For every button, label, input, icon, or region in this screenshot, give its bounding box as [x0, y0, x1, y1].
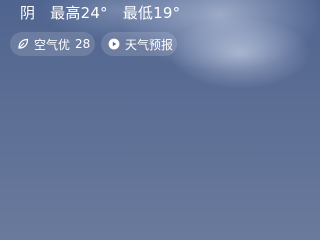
low-temperature: 最低19°: [122, 4, 181, 22]
air-quality-label: 空气优: [34, 37, 71, 52]
play-icon: [108, 38, 120, 50]
air-quality-value: 28: [75, 37, 91, 51]
leaf-icon: [17, 38, 29, 50]
weather-condition: 阴: [20, 4, 36, 22]
air-quality-chip[interactable]: 空气优 28: [10, 32, 95, 56]
cloud-decoration: [170, 18, 310, 88]
weather-forecast-button[interactable]: 天气预报: [101, 32, 177, 56]
forecast-label: 天气预报: [125, 37, 174, 52]
weather-summary: 阴 最高24° 最低19°: [20, 2, 190, 23]
high-temperature: 最高24°: [50, 4, 108, 22]
